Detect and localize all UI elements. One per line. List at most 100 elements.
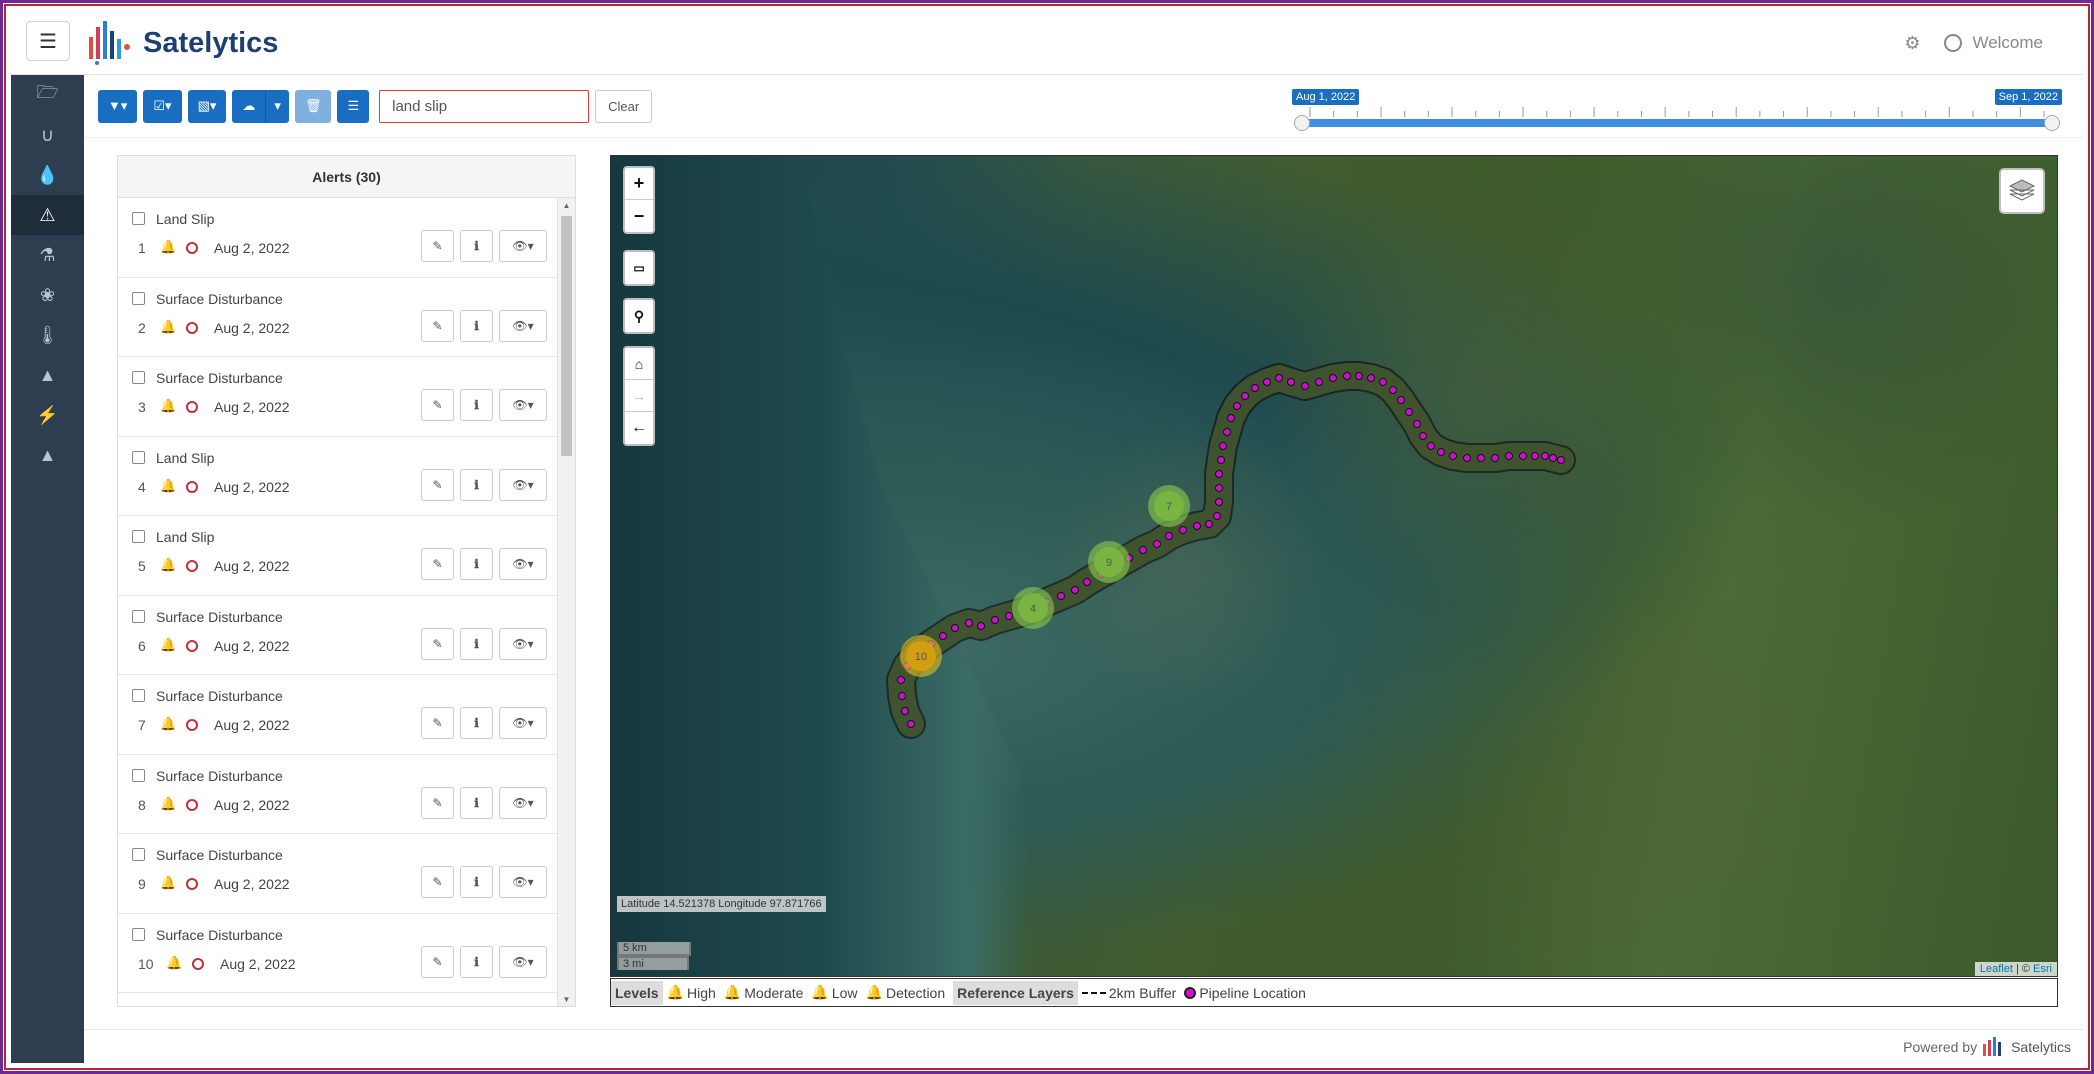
delete-button[interactable]: 🗑 [294,89,332,123]
alert-row[interactable]: Surface Disturbance 2 🔔 Aug 2, 2022 ✎ ℹ 👁▾ [118,278,557,357]
pipeline-point[interactable] [1413,420,1421,428]
pipeline-point[interactable] [1343,372,1351,380]
pipeline-point[interactable] [1165,532,1173,540]
pipeline-point[interactable] [1233,402,1241,410]
pipeline-point[interactable] [1251,384,1259,392]
pipeline-point[interactable] [1153,540,1161,548]
pipeline-point[interactable] [1557,456,1565,464]
sidebar-item-magnet[interactable]: ∪ [11,115,84,155]
filter-dropdown-button[interactable]: ▼▾ [98,89,138,123]
alert-row[interactable]: Surface Disturbance 10 🔔 Aug 2, 2022 ✎ ℹ 👁▾ [118,914,557,993]
edit-button[interactable]: ✎ [421,707,454,739]
sidebar-item-droplet[interactable]: 💧 [11,155,84,195]
pipeline-point[interactable] [1205,520,1213,528]
esri-link[interactable]: Esri [2033,963,2052,975]
pipeline-point[interactable] [1449,452,1457,460]
pipeline-point[interactable] [1193,522,1201,530]
pipeline-point[interactable] [1437,448,1445,456]
pipeline-point[interactable] [1329,374,1337,382]
view-dropdown-button[interactable]: 👁▾ [499,309,547,342]
alert-checkbox[interactable] [132,212,145,225]
pipeline-point[interactable] [1005,612,1013,620]
info-button[interactable]: ℹ [460,945,493,978]
select-dropdown-button[interactable]: ☑▾ [143,89,182,123]
view-dropdown-button[interactable]: 👁▾ [499,389,547,421]
pipeline-point[interactable] [1227,414,1235,422]
layers-button[interactable] [1999,168,2045,214]
edit-button[interactable]: ✎ [421,627,454,660]
sidebar-item-folder[interactable]: 🗁 [11,75,84,115]
info-button[interactable]: ℹ [460,309,493,342]
view-dropdown-button[interactable]: 👁▾ [499,786,547,819]
pipeline-point[interactable] [977,622,985,630]
alert-row[interactable]: Surface Disturbance 8 🔔 Aug 2, 2022 ✎ ℹ 👁▾ [118,755,557,834]
alert-row[interactable]: Land Slip 5 🔔 Aug 2, 2022 ✎ ℹ 👁▾ [118,516,557,596]
sidebar-item-temperature[interactable]: 🌡 [11,315,84,355]
list-view-button[interactable]: ☰ [337,89,370,123]
pipeline-point[interactable] [1071,586,1079,594]
pipeline-point[interactable] [1405,408,1413,416]
pipeline-point[interactable] [1541,452,1549,460]
alert-cluster-marker[interactable]: 4 [1012,587,1054,629]
pipeline-point[interactable] [1379,378,1387,386]
sidebar-item-analytics[interactable]: ▲ [11,435,84,475]
pipeline-point[interactable] [1427,442,1435,450]
pipeline-point[interactable] [1355,372,1363,380]
zoom-out-button[interactable]: − [625,200,653,232]
home-button[interactable]: ⌂ [625,348,653,380]
view-dropdown-button[interactable]: 👁▾ [499,866,547,898]
info-button[interactable]: ℹ [460,707,493,739]
pipeline-point[interactable] [939,632,947,640]
sidebar-item-alerts[interactable]: ⚠ [11,195,84,235]
info-button[interactable]: ℹ [460,230,493,262]
back-button[interactable]: ← [625,412,653,444]
edit-button[interactable]: ✎ [421,945,454,978]
pipeline-point[interactable] [1275,374,1283,382]
brand-logo[interactable]: Satelytics [85,11,278,75]
view-dropdown-button[interactable]: 👁▾ [499,548,547,580]
alert-row[interactable]: Surface Disturbance 9 🔔 Aug 2, 2022 ✎ ℹ 👁▾ [118,834,557,914]
pipeline-point[interactable] [1367,374,1375,382]
info-button[interactable]: ℹ [460,866,493,898]
sidebar-item-tree[interactable]: ▲ [11,355,84,395]
info-button[interactable]: ℹ [460,468,493,501]
alert-checkbox[interactable] [132,848,145,861]
pipeline-point[interactable] [1301,382,1309,390]
alert-row[interactable]: Surface Disturbance 6 🔔 Aug 2, 2022 ✎ ℹ 👁▾ [118,596,557,675]
alert-checkbox[interactable] [132,530,145,543]
hamburger-menu-button[interactable]: ☰ [26,21,70,61]
pipeline-point[interactable] [1315,378,1323,386]
view-dropdown-button[interactable]: 👁▾ [499,468,547,501]
map-dropdown-button[interactable]: ▧▾ [187,89,227,123]
clear-button[interactable]: Clear [595,89,653,123]
view-dropdown-button[interactable]: 👁▾ [499,707,547,739]
download-split-button[interactable]: ☁ ▾ [232,89,289,123]
pipeline-point[interactable] [1139,546,1147,554]
pipeline-point[interactable] [965,619,973,627]
alert-checkbox[interactable] [132,371,145,384]
pipeline-point[interactable] [1213,512,1221,520]
alert-cluster-marker[interactable]: 10 [900,635,942,677]
view-dropdown-button[interactable]: 👁▾ [499,230,547,262]
info-button[interactable]: ℹ [460,627,493,660]
user-menu[interactable]: Welcome [1944,33,2043,53]
search-input[interactable] [379,89,590,123]
pipeline-point[interactable] [1057,592,1065,600]
pipeline-point[interactable] [951,624,959,632]
alert-row[interactable]: Land Slip 1 🔔 Aug 2, 2022 ✎ ℹ 👁▾ [118,198,557,278]
edit-button[interactable]: ✎ [421,309,454,342]
cloud-download-icon[interactable]: ☁ [232,90,265,123]
info-button[interactable]: ℹ [460,786,493,819]
leaflet-link[interactable]: Leaflet [1980,963,2013,975]
pipeline-point[interactable] [1519,452,1527,460]
pipeline-point[interactable] [1531,452,1539,460]
pipeline-point[interactable] [1463,454,1471,462]
settings-gears-icon[interactable]: ⚙ [1904,33,1920,54]
timeline-end-handle[interactable] [2044,115,2060,131]
edit-button[interactable]: ✎ [421,548,454,580]
pipeline-point[interactable] [1549,454,1557,462]
alert-cluster-marker[interactable]: 9 [1088,541,1130,583]
marker-button[interactable]: ⚲ [625,300,653,332]
scroll-down-icon[interactable]: ▼ [558,992,575,1006]
alert-row[interactable]: Surface Disturbance 3 🔔 Aug 2, 2022 ✎ ℹ 👁▾ [118,357,557,437]
